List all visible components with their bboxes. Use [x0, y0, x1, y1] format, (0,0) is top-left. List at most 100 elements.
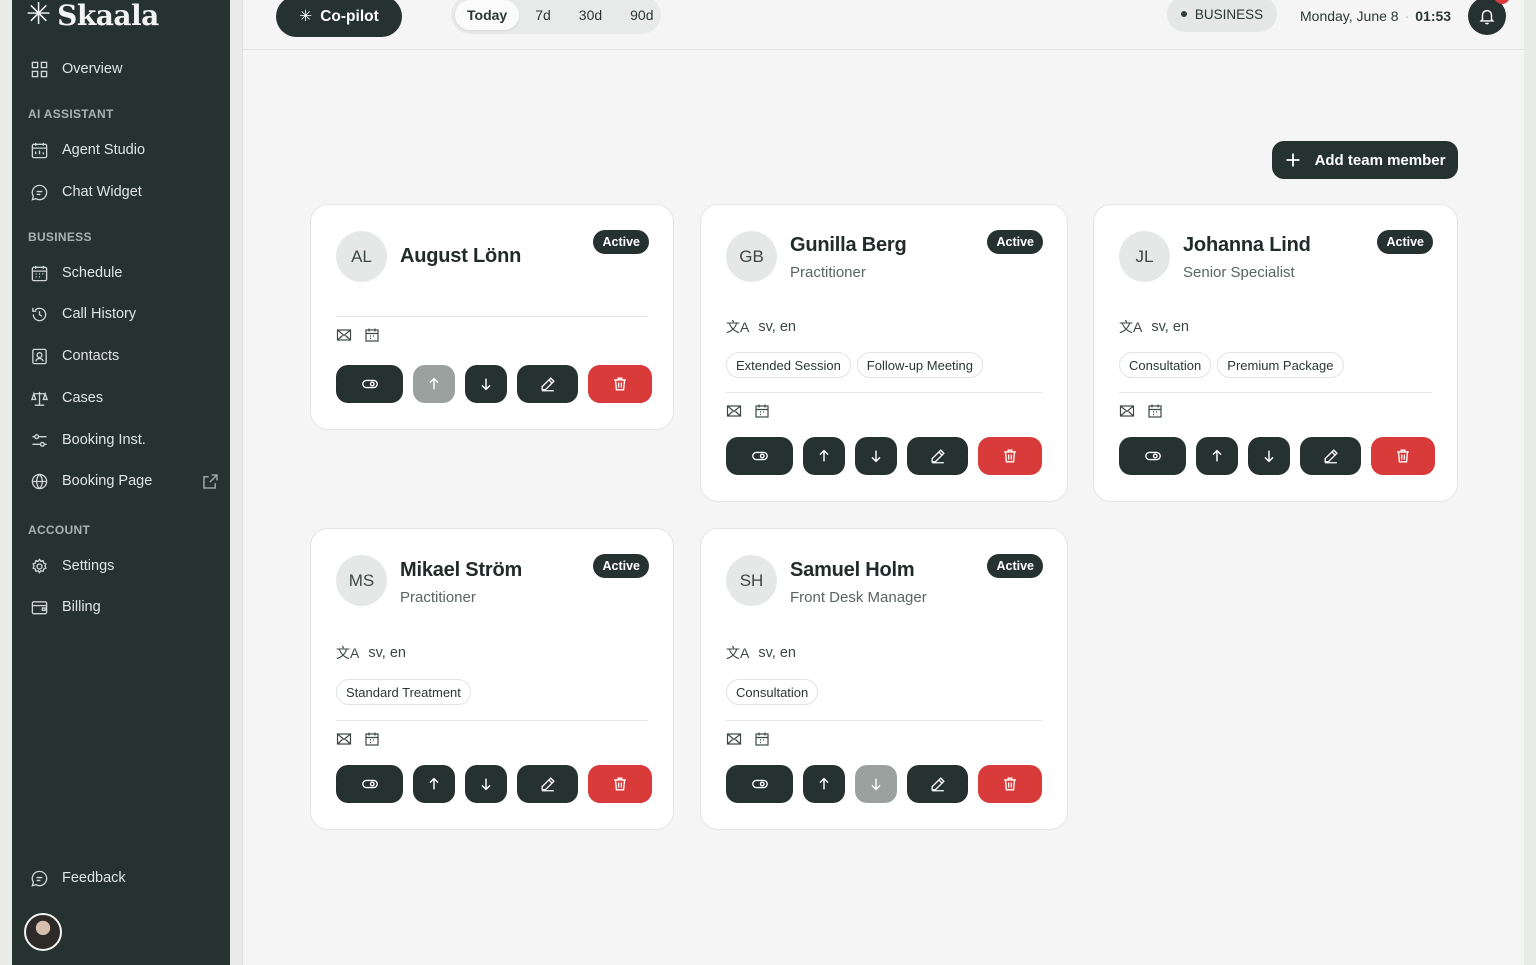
service-chip: Consultation	[726, 679, 819, 705]
member-avatar: JL	[1119, 231, 1170, 282]
toggle-active-button[interactable]	[726, 437, 793, 475]
tab-today[interactable]: Today	[455, 0, 520, 30]
mail-icon[interactable]	[1119, 403, 1135, 419]
sidebar-item-billing[interactable]: Billing	[28, 590, 226, 624]
member-avatar: SH	[726, 555, 777, 606]
move-down-button[interactable]	[1248, 437, 1290, 475]
member-role: Front Desk Manager	[790, 589, 927, 606]
toggle-active-button[interactable]	[1119, 437, 1186, 475]
member-avatar: AL	[336, 231, 387, 282]
pencil-icon	[930, 449, 945, 464]
delete-button[interactable]	[1371, 437, 1435, 475]
member-name: August Lönn	[400, 245, 522, 267]
sidebar-item-feedback[interactable]: Feedback	[28, 861, 226, 895]
arrow-up-icon	[819, 777, 829, 790]
tab-7d[interactable]: 7d	[523, 0, 563, 30]
edit-button[interactable]	[907, 437, 968, 475]
sidebar-item-cases[interactable]: Cases	[28, 381, 226, 415]
move-up-button[interactable]	[413, 765, 455, 803]
sidebar-item-agent-studio[interactable]: Agent Studio	[28, 133, 226, 167]
add-team-member-button[interactable]: Add team member	[1272, 141, 1458, 179]
move-down-button[interactable]	[855, 765, 897, 803]
sidebar-item-label: Call History	[62, 306, 137, 322]
team-member-card: AL August Lönn Active	[310, 204, 674, 430]
notifications-button[interactable]	[1468, 0, 1506, 35]
tab-30d[interactable]: 30d	[567, 0, 614, 30]
sidebar-item-chat-widget[interactable]: Chat Widget	[28, 175, 226, 209]
edit-button[interactable]	[907, 765, 968, 803]
mail-icon[interactable]	[726, 403, 742, 419]
languages-text: sv, en	[758, 319, 796, 335]
status-badge: Active	[1377, 230, 1433, 254]
sidebar-item-booking-page[interactable]: Booking Page	[28, 464, 226, 498]
chat-bubble-icon	[31, 184, 48, 201]
business-badge[interactable]: BUSINESS	[1167, 0, 1277, 32]
sidebar-item-booking-inst[interactable]: Booking Inst.	[28, 423, 226, 457]
move-up-button[interactable]	[413, 365, 455, 403]
mail-icon[interactable]	[726, 731, 742, 747]
sidebar-item-label: Booking Page	[62, 473, 153, 489]
calendar-icon[interactable]	[364, 327, 380, 343]
delete-button[interactable]	[978, 437, 1042, 475]
calendar-icon[interactable]	[754, 731, 770, 747]
wallet-icon	[31, 600, 48, 614]
toggle-icon	[1144, 451, 1161, 461]
service-chip: Standard Treatment	[336, 679, 471, 705]
move-up-button[interactable]	[1196, 437, 1238, 475]
sidebar-item-label: Billing	[62, 599, 101, 615]
status-badge: Active	[593, 554, 649, 578]
delete-button[interactable]	[588, 365, 652, 403]
sidebar-item-label: Agent Studio	[62, 142, 146, 158]
copilot-button[interactable]: ✳ Co-pilot	[276, 0, 402, 37]
status-dot-icon	[1180, 11, 1187, 17]
move-down-button[interactable]	[465, 365, 507, 403]
toggle-active-button[interactable]	[726, 765, 793, 803]
service-chip: Consultation	[1119, 352, 1212, 378]
move-up-button[interactable]	[803, 765, 845, 803]
member-role: Practitioner	[400, 589, 476, 606]
globe-icon	[31, 473, 48, 489]
toggle-icon	[361, 379, 378, 389]
business-badge-label: BUSINESS	[1194, 6, 1264, 22]
edit-button[interactable]	[1300, 437, 1361, 475]
move-up-button[interactable]	[803, 437, 845, 475]
edit-button[interactable]	[517, 765, 578, 803]
grid-icon	[31, 61, 48, 77]
member-languages: 文A sv, en	[1119, 317, 1189, 337]
pencil-icon	[540, 777, 555, 792]
sidebar-item-label: Contacts	[62, 348, 120, 364]
mail-icon[interactable]	[336, 731, 352, 747]
external-link-icon[interactable]	[201, 472, 220, 491]
divider	[726, 720, 1042, 721]
member-avatar: GB	[726, 231, 777, 282]
plus-icon	[1286, 153, 1300, 167]
sidebar-item-call-history[interactable]: Call History	[28, 297, 226, 331]
sidebar-item-contacts[interactable]: Contacts	[28, 339, 226, 373]
sidebar-item-overview[interactable]: Overview	[28, 52, 226, 86]
sidebar-item-settings[interactable]: Settings	[28, 549, 226, 583]
team-member-card: GB Gunilla Berg Practitioner Active 文A s…	[700, 204, 1068, 502]
sidebar-item-schedule[interactable]: Schedule	[28, 256, 226, 290]
edit-button[interactable]	[517, 365, 578, 403]
sidebar-item-label: Schedule	[62, 265, 123, 281]
member-name: Johanna Lind	[1183, 234, 1311, 256]
calendar-icon[interactable]	[1147, 403, 1163, 419]
move-down-button[interactable]	[855, 437, 897, 475]
move-down-button[interactable]	[465, 765, 507, 803]
member-languages: 文A sv, en	[336, 643, 406, 663]
calendar-icon[interactable]	[754, 403, 770, 419]
toggle-active-button[interactable]	[336, 765, 403, 803]
calendar-icon[interactable]	[364, 731, 380, 747]
delete-button[interactable]	[588, 765, 652, 803]
status-badge: Active	[987, 230, 1043, 254]
delete-button[interactable]	[978, 765, 1042, 803]
member-languages: 文A sv, en	[726, 317, 796, 337]
toggle-active-button[interactable]	[336, 365, 403, 403]
service-chips: Standard Treatment	[336, 679, 471, 705]
toggle-icon	[361, 779, 378, 789]
tab-90d[interactable]: 90d	[618, 0, 665, 30]
mail-icon[interactable]	[336, 327, 352, 343]
logo[interactable]: ✳ Skaala	[26, 0, 159, 32]
section-label-ai-assistant: AI ASSISTANT	[28, 107, 114, 121]
user-avatar[interactable]	[24, 913, 62, 951]
